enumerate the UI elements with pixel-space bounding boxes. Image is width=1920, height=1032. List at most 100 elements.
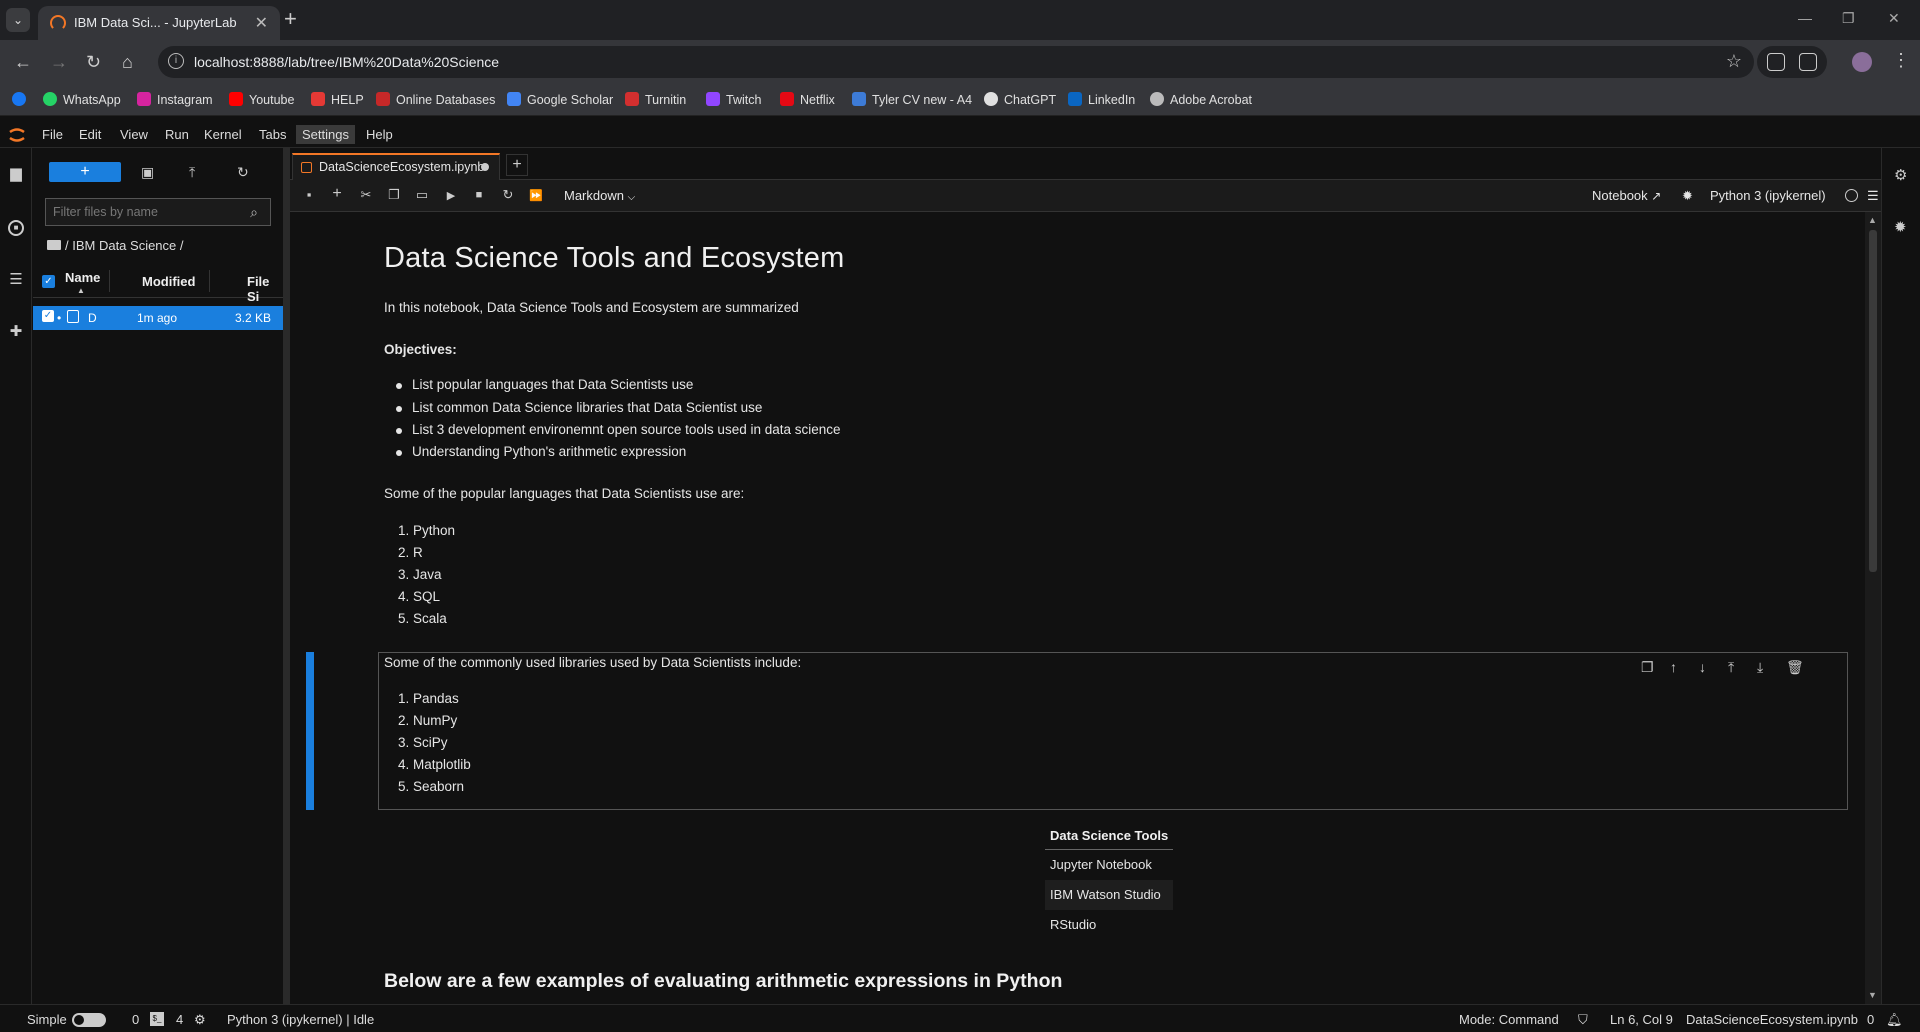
bookmark-linkedin[interactable]: LinkedIn <box>1068 92 1135 107</box>
site-info-icon[interactable]: i <box>168 53 184 69</box>
filter-files-input[interactable] <box>46 199 226 225</box>
modified-column-header[interactable]: Modified <box>142 274 195 289</box>
extension-icon[interactable] <box>1767 53 1785 71</box>
extension-manager-icon[interactable]: ✚ <box>8 324 24 340</box>
notifications-count[interactable]: 0 <box>1867 1012 1874 1027</box>
duplicate-cell-icon[interactable]: ❐ <box>1641 659 1654 676</box>
copy-icon[interactable]: ❐ <box>386 187 402 203</box>
kernel-name[interactable]: Python 3 (ipykernel) <box>1710 188 1826 203</box>
bookmark-twitch[interactable]: Twitch <box>706 92 761 107</box>
bookmark-turnitin[interactable]: Turnitin <box>625 92 686 107</box>
new-folder-icon[interactable]: ▣ <box>141 164 154 181</box>
move-up-icon[interactable]: ↑ <box>1670 659 1677 675</box>
run-icon[interactable]: ▶ <box>443 189 459 202</box>
notification-bell-icon[interactable]: 🔔︎ <box>1886 1012 1903 1028</box>
insert-below-icon[interactable]: ⤓ <box>1757 659 1763 676</box>
simple-mode-toggle[interactable] <box>72 1013 106 1027</box>
move-down-icon[interactable]: ↓ <box>1699 659 1706 675</box>
scroll-down-icon[interactable]: ▼ <box>1868 990 1877 1000</box>
menu-help[interactable]: Help <box>366 127 393 142</box>
browser-tab[interactable]: IBM Data Sci... - JupyterLab ✕ <box>38 6 280 40</box>
property-inspector-icon[interactable]: ⚙ <box>1894 166 1907 184</box>
delete-cell-icon[interactable]: 🗑 <box>1786 659 1804 676</box>
stop-icon[interactable]: ■ <box>471 189 487 201</box>
breadcrumb-path[interactable]: / IBM Data Science / <box>65 238 184 253</box>
refresh-icon[interactable]: ↻ <box>237 164 249 181</box>
scroll-thumb[interactable] <box>1869 230 1877 572</box>
bookmark-google-scholar[interactable]: Google Scholar <box>507 92 613 107</box>
facebook-bookmark[interactable] <box>12 92 32 107</box>
table-of-contents-icon[interactable]: ☰ <box>8 272 24 288</box>
cut-icon[interactable]: ✂ <box>358 187 374 203</box>
active-markdown-cell[interactable]: ❐ ↑ ↓ ⤒ ⤓ 🗑 <box>378 652 1848 810</box>
kernels-count[interactable]: 4 <box>176 1012 183 1027</box>
profile-avatar[interactable] <box>1852 52 1872 72</box>
menu-settings[interactable]: Settings <box>296 125 355 144</box>
save-icon[interactable]: ▪ <box>301 187 317 202</box>
row-checkbox[interactable]: ✓ <box>42 310 54 322</box>
minimize-icon[interactable]: — <box>1798 10 1812 26</box>
upload-icon[interactable]: ⤒ <box>189 164 195 181</box>
debugger-icon[interactable]: ✹ <box>1682 188 1693 204</box>
browser-menu-icon[interactable]: ⋮ <box>1892 50 1910 71</box>
name-column-header[interactable]: Name <box>65 270 100 285</box>
bookmark-whatsapp[interactable]: WhatsApp <box>43 92 121 107</box>
restore-icon[interactable]: ❐ <box>1842 10 1855 27</box>
select-all-checkbox[interactable]: ✓ <box>42 275 55 288</box>
menu-file[interactable]: File <box>42 127 63 142</box>
new-launcher-button[interactable]: + <box>49 162 121 182</box>
cell-type-select[interactable]: Markdown ⌵ <box>564 188 635 203</box>
breadcrumb[interactable]: / IBM Data Science / <box>47 238 184 253</box>
cursor-position[interactable]: Ln 6, Col 9 <box>1610 1012 1673 1027</box>
forward-icon[interactable]: → <box>50 52 68 73</box>
reload-icon[interactable]: ↻ <box>86 52 101 73</box>
omnibox[interactable]: i localhost:8888/lab/tree/IBM%20Data%20S… <box>158 46 1754 78</box>
file-row[interactable]: ✓ • D 1m ago 3.2 KB <box>33 306 283 330</box>
running-sessions-icon[interactable]: ■ <box>8 220 24 236</box>
url-text[interactable]: localhost:8888/lab/tree/IBM%20Data%20Sci… <box>194 54 499 70</box>
bookmark-instagram[interactable]: Instagram <box>137 92 213 107</box>
hamburger-menu-icon[interactable]: ☰ <box>1867 188 1879 204</box>
column-divider[interactable] <box>209 270 210 292</box>
tab-search-button[interactable]: ⌄ <box>6 8 30 32</box>
bookmark-online-databases[interactable]: Online Databases <box>376 92 495 107</box>
bookmark-chatgpt[interactable]: ChatGPT <box>984 92 1056 107</box>
terminals-count[interactable]: 0 <box>132 1012 139 1027</box>
menu-edit[interactable]: Edit <box>79 127 101 142</box>
new-tab-button[interactable]: + <box>284 6 297 32</box>
notebook-scrollbar[interactable]: ▲ ▼ <box>1865 212 1881 1004</box>
menu-run[interactable]: Run <box>165 127 189 142</box>
back-icon[interactable]: ← <box>14 52 32 73</box>
bookmark-youtube[interactable]: Youtube <box>229 92 294 107</box>
insert-cell-icon[interactable]: + <box>329 185 345 203</box>
menu-tabs[interactable]: Tabs <box>259 127 286 142</box>
folder-icon[interactable]: ▆ <box>8 166 24 182</box>
bookmark-help[interactable]: HELP <box>311 92 364 107</box>
menu-kernel[interactable]: Kernel <box>204 127 242 142</box>
scroll-up-icon[interactable]: ▲ <box>1868 215 1877 225</box>
active-cell-collapser[interactable] <box>306 652 314 810</box>
insert-above-icon[interactable]: ⤒ <box>1728 659 1734 676</box>
open-in-notebook-button[interactable]: Notebook ↗ <box>1592 188 1661 203</box>
bookmark-adobe-acrobat[interactable]: Adobe Acrobat <box>1150 92 1252 107</box>
debugger-icon[interactable]: ✹ <box>1894 218 1907 236</box>
menu-view[interactable]: View <box>120 127 148 142</box>
new-tab-button[interactable]: + <box>506 154 528 176</box>
extensions-puzzle-icon[interactable] <box>1799 53 1817 71</box>
restart-kernel-icon[interactable]: ↻ <box>500 187 516 203</box>
trusted-shield-icon[interactable]: ⛉ <box>1578 1012 1588 1028</box>
notebook-tab[interactable]: DataScienceEcosystem.ipynb <box>292 153 500 180</box>
paste-icon[interactable]: ▭ <box>414 187 430 203</box>
column-divider[interactable] <box>109 270 110 292</box>
bookmark-star-icon[interactable]: ☆ <box>1726 51 1742 72</box>
size-column-header[interactable]: File Si <box>247 274 283 304</box>
window-close-icon[interactable]: ✕ <box>1888 10 1900 27</box>
home-icon[interactable]: ⌂ <box>122 52 133 73</box>
bookmark-tyler-cv[interactable]: Tyler CV new - A4 <box>852 92 972 107</box>
kernel-status-text[interactable]: Python 3 (ipykernel) | Idle <box>227 1012 374 1027</box>
close-tab-icon[interactable]: ✕ <box>255 13 268 33</box>
restart-run-all-icon[interactable]: ⏩ <box>528 189 544 202</box>
bookmark-netflix[interactable]: Netflix <box>780 92 835 107</box>
sidebar-splitter[interactable] <box>283 148 290 1004</box>
unsaved-dot-icon[interactable] <box>481 163 489 171</box>
